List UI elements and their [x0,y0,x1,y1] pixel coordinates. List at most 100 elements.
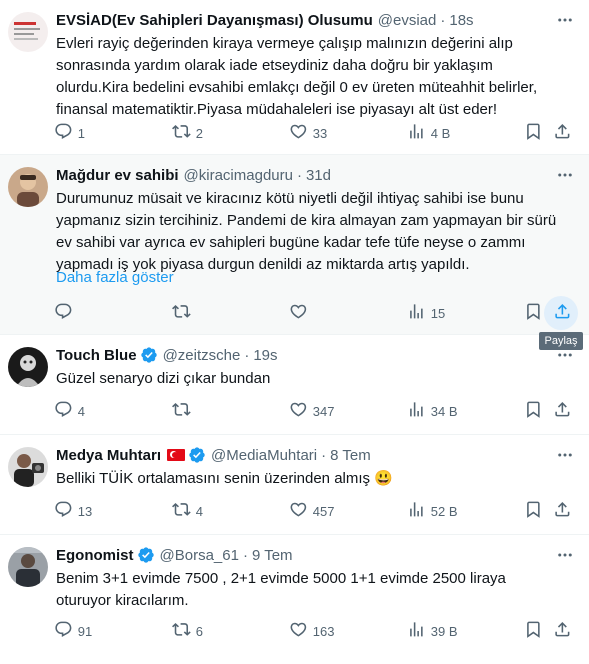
reply-button[interactable]: 1 [54,123,85,143]
author-handle[interactable]: @MediaMuhtari [211,447,317,464]
author-name[interactable]: Mağdur ev sahibi [56,167,179,184]
author-handle[interactable]: @kiracimagduru [184,167,293,184]
avatar[interactable] [8,167,48,207]
tweet-actions: 91 6 163 39 B [0,621,589,641]
views-count: 34 B [430,403,458,419]
show-more-link[interactable]: Daha fazla göster [56,269,174,286]
verified-icon [140,346,158,364]
bookmark-button[interactable] [524,501,543,521]
reply-button[interactable]: 4 [54,401,85,421]
views-count: 52 B [430,503,458,519]
share-button[interactable] [553,401,572,421]
views-icon [407,122,426,144]
share-icon [553,122,572,144]
bookmark-button[interactable] [524,303,543,323]
tweet-actions: 15 [0,303,589,323]
author-name[interactable]: Egonomist [56,547,134,564]
like-count: 457 [312,503,335,519]
reply-count: 4 [77,403,85,419]
like-button[interactable]: 163 [289,621,334,641]
retweet-count: 6 [195,623,203,639]
reply-count: 13 [77,503,93,519]
author-handle[interactable]: @evsiad [378,12,437,29]
tweet-actions: 13 4 457 52 B [0,501,589,521]
verified-icon [188,446,206,464]
share-tooltip: Paylaş [539,332,583,350]
tweet-text: Belliki TÜİK ortalamasını senin üzerinde… [56,470,393,487]
like-button[interactable]: 457 [289,501,334,521]
views-count: 39 B [430,623,458,639]
tweet[interactable]: Medya Muhtarı @MediaMuhtari · 8 Tem Bell… [0,435,589,535]
views-icon [407,302,426,324]
share-button[interactable] [553,303,572,323]
like-icon [289,620,308,642]
tweet-actions: 1 2 33 4 B [0,123,589,143]
like-icon [289,302,308,324]
more-icon[interactable] [555,165,575,185]
bookmark-button[interactable] [524,123,543,143]
author-name[interactable]: Medya Muhtarı [56,447,161,464]
views-count: 15 [430,305,446,321]
views-button[interactable]: 39 B [407,621,458,641]
tweet[interactable]: Egonomist @Borsa_61 · 9 Tem Benim 3+1 ev… [0,535,589,664]
share-button[interactable] [553,501,572,521]
avatar[interactable] [8,447,48,487]
reply-count: 91 [77,623,93,639]
author-handle[interactable]: @Borsa_61 [160,547,239,564]
tweet-header: EVSİAD(Ev Sahipleri Dayanışması) Olusumu… [56,10,474,30]
separator-dot: · [296,166,302,184]
more-icon[interactable] [555,445,575,465]
bookmark-button[interactable] [524,621,543,641]
tweet-time[interactable]: 31d [306,167,331,184]
tweet-text: Durumunuz müsait ve kiracınız kötü niyet… [56,190,557,273]
like-icon [289,122,308,144]
more-icon[interactable] [555,10,575,30]
author-handle[interactable]: @zeitzsche [163,347,241,364]
tweet-text: Güzel senaryo dizi çıkar bundan [56,370,271,387]
like-icon [289,400,308,422]
reply-button[interactable]: 13 [54,501,92,521]
tweet[interactable]: EVSİAD(Ev Sahipleri Dayanışması) Olusumu… [0,0,589,155]
avatar[interactable] [8,547,48,587]
retweet-count: 2 [195,125,203,141]
author-name[interactable]: EVSİAD(Ev Sahipleri Dayanışması) Olusumu [56,12,373,29]
verified-icon [137,546,155,564]
reply-button[interactable]: 91 [54,621,92,641]
like-button[interactable]: 347 [289,401,334,421]
reply-button[interactable] [54,303,78,323]
tweet-time[interactable]: 9 Tem [252,547,293,564]
views-button[interactable]: 52 B [407,501,458,521]
like-button[interactable]: 33 [289,123,327,143]
like-icon [289,500,308,522]
tweet-time[interactable]: 8 Tem [330,447,371,464]
tweet-time[interactable]: 19s [253,347,277,364]
tweet-actions: 4 347 34 B [0,401,589,421]
retweet-icon [172,122,191,144]
reply-icon [54,620,73,642]
tweet[interactable]: Mağdur ev sahibi @kiracimagduru · 31d Du… [0,155,589,335]
retweet-button[interactable] [172,303,196,323]
views-icon [407,400,426,422]
bookmark-button[interactable] [524,401,543,421]
views-button[interactable]: 15 [407,303,445,323]
retweet-button[interactable]: 4 [172,501,203,521]
author-name[interactable]: Touch Blue [56,347,137,364]
retweet-button[interactable] [172,401,196,421]
retweet-button[interactable]: 2 [172,123,203,143]
views-button[interactable]: 34 B [407,401,458,421]
reply-count: 1 [77,125,85,141]
retweet-button[interactable]: 6 [172,621,203,641]
avatar[interactable] [8,12,48,52]
share-button[interactable] [553,123,572,143]
views-button[interactable]: 4 B [407,123,450,143]
views-icon [407,620,426,642]
avatar[interactable] [8,347,48,387]
retweet-icon [172,500,191,522]
tweet-header: Touch Blue @zeitzsche · 19s [56,345,278,365]
share-button[interactable] [553,621,572,641]
tweet[interactable]: Touch Blue @zeitzsche · 19s Güzel senary… [0,335,589,435]
tweet-text: Benim 3+1 evimde 7500 , 2+1 evimde 5000 … [56,570,506,609]
more-icon[interactable] [555,545,575,565]
tweet-time[interactable]: 18s [449,12,473,29]
like-button[interactable] [289,303,313,323]
